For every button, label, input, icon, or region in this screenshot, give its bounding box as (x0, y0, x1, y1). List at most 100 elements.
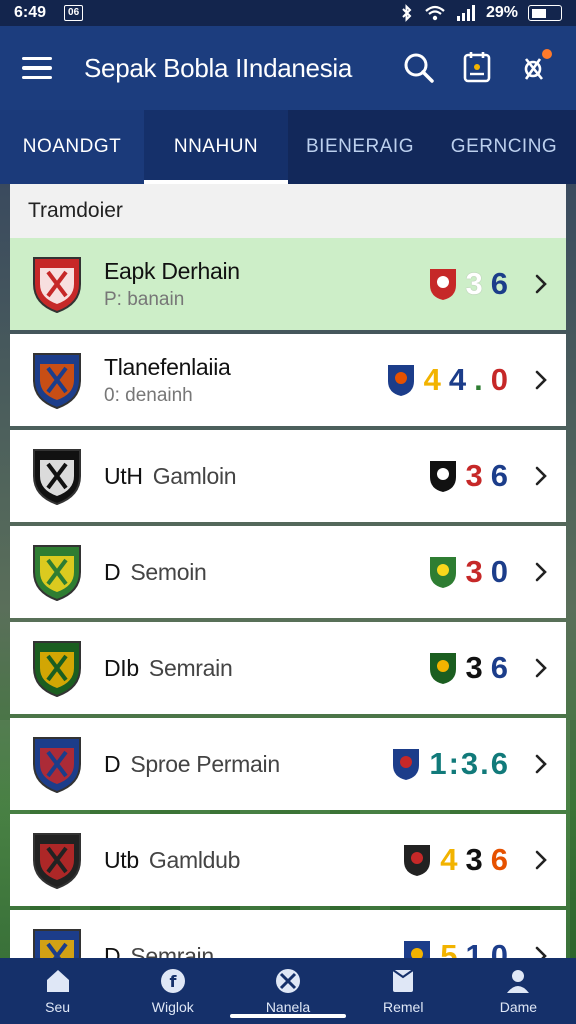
score-digit: 1:3.6 (429, 746, 510, 781)
tab-bar: NOANDGT NNAHUN BIENERAIG GERNCING (0, 110, 576, 184)
team-name-main: D (104, 558, 121, 585)
score-digit: 4 (423, 362, 443, 397)
score-digit: 6 (490, 266, 510, 301)
team-crest-icon (33, 545, 81, 602)
team-name-main: DIb (104, 654, 139, 681)
bottom-navigation: Seu f Wiglok Nanela Remel Dame (0, 958, 576, 1024)
team-subtitle: 0: denainh (104, 384, 193, 406)
score-digit: 1 (465, 938, 485, 960)
nav-item-wiglok[interactable]: f Wiglok (115, 958, 230, 1024)
score-digit: 3 (465, 842, 485, 877)
tab-noandgt[interactable]: NOANDGT (0, 110, 144, 184)
chevron-right-icon (535, 562, 547, 582)
team-row[interactable]: DIb Semrain 3 6 (10, 622, 566, 714)
battery-icon (528, 5, 562, 21)
team-row[interactable]: Utb Gamldub 4 3 6 (10, 814, 566, 906)
nav-item-seu[interactable]: Seu (0, 958, 115, 1024)
calendar-icon (463, 52, 491, 83)
team-crest-icon (33, 929, 81, 960)
app-bar: Sepak Bobla IIndanesia (0, 26, 576, 110)
opponent-badge-icon (387, 365, 414, 396)
status-bar: 6:49 06 29% (0, 0, 576, 26)
calendar-button[interactable] (458, 49, 496, 87)
team-row[interactable]: Tlanefenlaiia 0: denainh 4 4. 0 (10, 334, 566, 426)
tab-nnahun[interactable]: NNAHUN (144, 110, 288, 184)
chevron-right-icon (535, 274, 547, 294)
menu-button[interactable] (22, 48, 62, 88)
score: 44.0 (424, 362, 510, 398)
team-crest-icon (33, 257, 81, 314)
flag-icon (392, 969, 414, 992)
team-subtitle: P: banain (104, 288, 185, 310)
team-row[interactable]: D Semoin 3 0 (10, 526, 566, 618)
nav-label: Nanela (265, 999, 311, 1015)
battery-percent: 29% (485, 4, 518, 21)
team-name-secondary: Gamloin (152, 462, 237, 489)
nav-label: Seu (45, 999, 71, 1015)
nav-item-dame[interactable]: Dame (461, 958, 576, 1024)
nav-label: Remel (382, 999, 424, 1015)
score-digit: 5 (440, 938, 460, 960)
home-indicator (230, 1014, 346, 1018)
opponent-badge-icon (404, 845, 431, 876)
soccer-icon (276, 969, 300, 993)
signal-icon (456, 5, 475, 21)
info-icon: f (160, 969, 185, 993)
team-row[interactable]: Eapk Derhain P: banain 3 6 (10, 238, 566, 330)
team-crest-icon (33, 353, 81, 410)
score-digit: 3 (465, 554, 485, 589)
chevron-right-icon (535, 466, 547, 486)
team-name-main: D (104, 750, 121, 777)
team-name: D Sproe Permain (104, 751, 391, 778)
opponent-badge-icon (429, 557, 456, 588)
nav-label: Dame (499, 999, 538, 1015)
team-name-main: Tlanefenlaiia (104, 353, 231, 380)
team-name-main: Utb (104, 846, 139, 873)
team-crest-icon (33, 833, 81, 890)
bluetooth-icon (402, 4, 412, 22)
team-crest-icon (33, 641, 81, 698)
score-digit: 3 (465, 266, 485, 301)
score: 1:3.6 (429, 746, 510, 782)
team-name-secondary: Sproe Permain (130, 750, 280, 777)
opponent-badge-icon (429, 461, 456, 492)
team-name-main: Eapk Derhain (104, 257, 240, 284)
team-name-secondary: Gamldub (148, 846, 241, 873)
score-digit: 3 (465, 458, 485, 493)
status-notification-box: 06 (64, 5, 84, 21)
opponent-badge-icon (429, 653, 456, 684)
opponent-badge-icon (429, 269, 456, 300)
score: 36 (466, 266, 511, 302)
team-name-secondary: Semoin (130, 558, 207, 585)
team-row[interactable]: D Semrain 5 1 0 (10, 910, 566, 960)
score-digit: 4 (440, 842, 460, 877)
score-digit: 0 (490, 362, 510, 397)
score: 436 (440, 842, 510, 878)
list-header: Tramdoier (10, 184, 566, 238)
wifi-icon (425, 5, 445, 21)
team-name: D Semoin (104, 559, 428, 586)
score-digit: 0 (490, 938, 510, 960)
tab-gerncing[interactable]: GERNCING (432, 110, 576, 184)
opponent-badge-icon (404, 941, 431, 960)
score-digit: . (474, 362, 485, 397)
team-row[interactable]: UtH Gamloin 3 6 (10, 430, 566, 522)
team-name-secondary: Semrain (148, 654, 233, 681)
search-button[interactable] (400, 49, 438, 87)
search-icon (404, 53, 434, 83)
chevron-right-icon (535, 754, 547, 774)
score: 36 (466, 458, 511, 494)
svg-text:f: f (169, 972, 177, 991)
score-digit: 3 (465, 650, 485, 685)
team-row[interactable]: D Sproe Permain 1:3.6 (10, 718, 566, 810)
opponent-badge-icon (393, 749, 420, 780)
chevron-right-icon (535, 370, 547, 390)
tab-bieneraig[interactable]: BIENERAIG (288, 110, 432, 184)
home-icon (46, 970, 69, 992)
app-title: Sepak Bobla IIndanesia (84, 52, 353, 83)
team-name: Tlanefenlaiia (104, 354, 386, 381)
nav-item-remel[interactable]: Remel (346, 958, 461, 1024)
notifications-button[interactable] (516, 49, 554, 87)
score-digit: 6 (490, 842, 510, 877)
status-time: 6:49 (14, 4, 47, 21)
